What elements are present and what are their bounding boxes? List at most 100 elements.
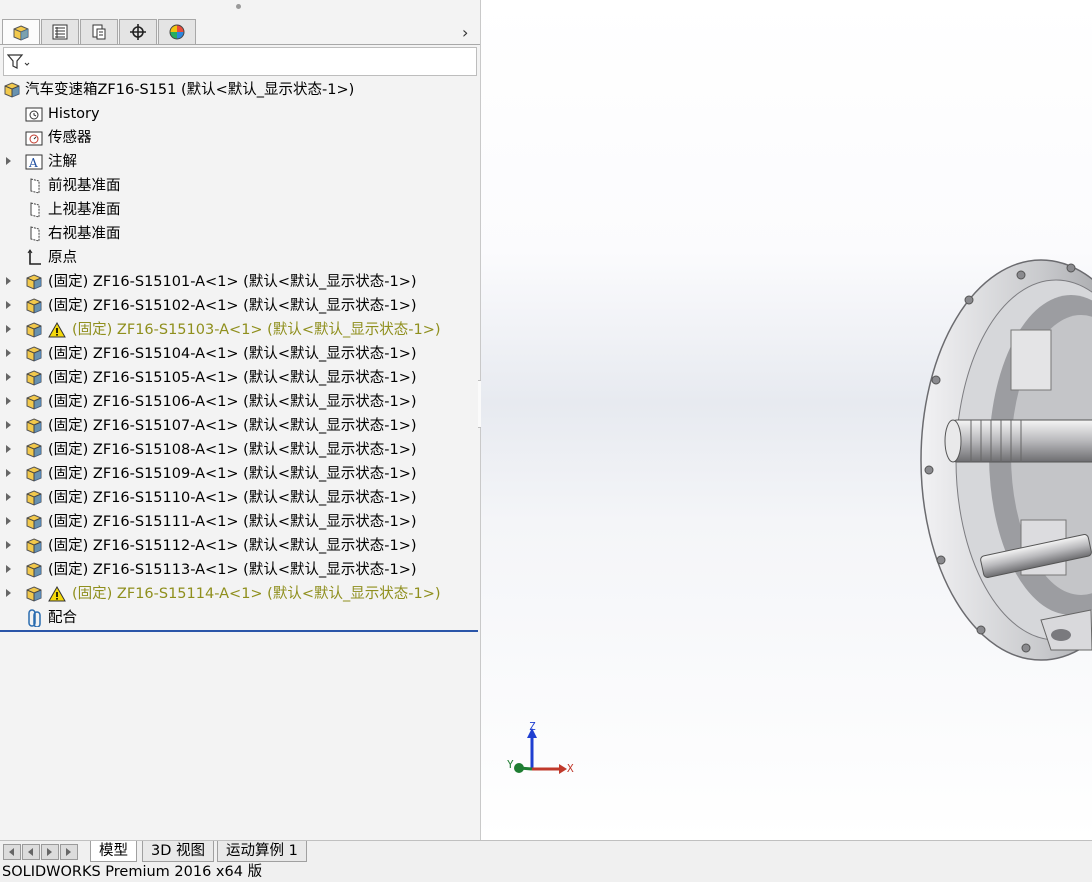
feature-manager-icon [13, 24, 29, 41]
tree-item-label: (固定) ZF16-S15111-A<1> (默认<默认_显示状态-1>) [48, 514, 417, 530]
part-icon [25, 369, 43, 387]
graphics-area[interactable]: Z X Y [481, 0, 1092, 840]
expand-arrow-icon[interactable] [6, 469, 11, 477]
tree-item-label: (固定) ZF16-S15104-A<1> (默认<默认_显示状态-1>) [48, 346, 417, 362]
expand-arrow-icon[interactable] [6, 565, 11, 573]
tree-item[interactable]: A 注解 [0, 150, 480, 174]
tree-item-label: (固定) ZF16-S15102-A<1> (默认<默认_显示状态-1>) [48, 298, 417, 314]
tree-item[interactable]: 上视基准面 [0, 198, 480, 222]
feature-manager-panel: › 汽车变速箱ZF16-S151 (默认<默认_显示状态-1>) History 传… [0, 0, 481, 840]
expand-arrow-icon[interactable] [6, 301, 11, 309]
plane-icon [25, 225, 43, 243]
filter-icon[interactable] [7, 53, 31, 71]
tab-model[interactable]: 模型 [90, 841, 137, 862]
origin-icon [25, 249, 43, 267]
tree-item[interactable]: (固定) ZF16-S15108-A<1> (默认<默认_显示状态-1>) [0, 438, 480, 462]
assembly-icon [3, 81, 21, 99]
tree-item[interactable]: (固定) ZF16-S15104-A<1> (默认<默认_显示状态-1>) [0, 342, 480, 366]
tree-item-label: 右视基准面 [48, 226, 121, 242]
expand-arrow-icon[interactable] [6, 541, 11, 549]
expand-arrow-icon[interactable] [6, 589, 11, 597]
part-icon [25, 489, 43, 507]
mates-icon [25, 609, 43, 628]
part-icon [25, 273, 43, 291]
tab-dimxpert-manager[interactable] [119, 19, 157, 44]
part-icon [25, 561, 43, 579]
expand-arrow-icon[interactable] [6, 517, 11, 525]
expand-arrow-icon[interactable] [6, 349, 11, 357]
tree-item[interactable]: (固定) ZF16-S15110-A<1> (默认<默认_显示状态-1>) [0, 486, 480, 510]
tab-configuration-manager[interactable] [80, 19, 118, 44]
tree-item[interactable]: (固定) ZF16-S15105-A<1> (默认<默认_显示状态-1>) [0, 366, 480, 390]
bottom-tab-strip: 模型 3D 视图 运动算例 1 [0, 840, 1092, 863]
part-icon [25, 393, 43, 411]
tree-item-label: 汽车变速箱ZF16-S151 (默认<默认_显示状态-1>) [25, 82, 355, 98]
tree-item-label: (固定) ZF16-S15112-A<1> (默认<默认_显示状态-1>) [48, 538, 417, 554]
warning-icon [48, 585, 66, 603]
expand-arrow-icon[interactable] [6, 373, 11, 381]
gearbox-model-image [920, 259, 1092, 661]
rollback-bar[interactable] [0, 630, 478, 632]
panel-tab-bar [0, 19, 480, 45]
prev-tab-button[interactable] [22, 844, 40, 860]
tree-item-label: (固定) ZF16-S15106-A<1> (默认<默认_显示状态-1>) [48, 394, 417, 410]
tree-item[interactable]: History [0, 102, 480, 126]
next-tab-button[interactable] [41, 844, 59, 860]
tree-item-label: (固定) ZF16-S15113-A<1> (默认<默认_显示状态-1>) [48, 562, 417, 578]
part-icon [25, 585, 43, 603]
tree-item[interactable]: 右视基准面 [0, 222, 480, 246]
tree-item-label: (固定) ZF16-S15108-A<1> (默认<默认_显示状态-1>) [48, 442, 417, 458]
tree-item-label: (固定) ZF16-S15105-A<1> (默认<默认_显示状态-1>) [48, 370, 417, 386]
tab-display-manager[interactable] [158, 19, 196, 44]
expand-arrow-icon[interactable] [6, 493, 11, 501]
tree-item[interactable]: 配合 [0, 606, 480, 630]
chevron-right-icon[interactable]: › [462, 23, 468, 42]
tree-item-label: 注解 [48, 154, 77, 170]
tree-item[interactable]: (固定) ZF16-S15103-A<1> (默认<默认_显示状态-1>) [0, 318, 480, 342]
sensor-icon [25, 129, 43, 147]
tree-root-assembly[interactable]: 汽车变速箱ZF16-S151 (默认<默认_显示状态-1>) [0, 78, 480, 102]
expand-arrow-icon[interactable] [6, 421, 11, 429]
part-icon [25, 465, 43, 483]
first-tab-button[interactable] [3, 844, 21, 860]
tab-3d-view[interactable]: 3D 视图 [142, 841, 214, 862]
tree-item[interactable]: 前视基准面 [0, 174, 480, 198]
tab-feature-manager[interactable] [2, 19, 40, 45]
tree-item[interactable]: (固定) ZF16-S15112-A<1> (默认<默认_显示状态-1>) [0, 534, 480, 558]
tree-item[interactable]: (固定) ZF16-S15106-A<1> (默认<默认_显示状态-1>) [0, 390, 480, 414]
tree-item[interactable]: (固定) ZF16-S15102-A<1> (默认<默认_显示状态-1>) [0, 294, 480, 318]
tree-item[interactable]: 原点 [0, 246, 480, 270]
expand-arrow-icon[interactable] [6, 397, 11, 405]
annotation-icon: A [25, 153, 43, 171]
part-icon [25, 537, 43, 555]
tree-item[interactable]: (固定) ZF16-S15114-A<1> (默认<默认_显示状态-1>) [0, 582, 480, 606]
tree-item[interactable]: (固定) ZF16-S15111-A<1> (默认<默认_显示状态-1>) [0, 510, 480, 534]
tree-item-label: 配合 [48, 610, 77, 626]
part-icon [25, 321, 43, 339]
part-icon [25, 417, 43, 435]
panel-grip[interactable] [236, 4, 241, 9]
tree-item[interactable]: 传感器 [0, 126, 480, 150]
tab-motion-study[interactable]: 运动算例 1 [217, 841, 307, 862]
tree-item-label: 传感器 [48, 130, 92, 146]
status-bar: SOLIDWORKS Premium 2016 x64 版 [0, 862, 1092, 882]
expand-arrow-icon[interactable] [6, 445, 11, 453]
expand-arrow-icon[interactable] [6, 277, 11, 285]
expand-arrow-icon[interactable] [6, 325, 11, 333]
property-manager-icon [52, 24, 68, 40]
expand-arrow-icon[interactable] [6, 157, 11, 165]
display-manager-icon [169, 24, 185, 40]
tree-filter-box[interactable] [3, 47, 477, 76]
tree-item-label: 前视基准面 [48, 178, 121, 194]
tree-item-label: (固定) ZF16-S15109-A<1> (默认<默认_显示状态-1>) [48, 466, 417, 482]
tree-item-label: History [48, 106, 100, 122]
tree-item[interactable]: (固定) ZF16-S15101-A<1> (默认<默认_显示状态-1>) [0, 270, 480, 294]
last-tab-button[interactable] [60, 844, 78, 860]
tree-item[interactable]: (固定) ZF16-S15109-A<1> (默认<默认_显示状态-1>) [0, 462, 480, 486]
tree-item[interactable]: (固定) ZF16-S15107-A<1> (默认<默认_显示状态-1>) [0, 414, 480, 438]
triad-z-label: Z [529, 720, 536, 733]
tree-item[interactable]: (固定) ZF16-S15113-A<1> (默认<默认_显示状态-1>) [0, 558, 480, 582]
view-triad: Z X Y [505, 720, 575, 780]
tab-property-manager[interactable] [41, 19, 79, 44]
warning-icon [48, 321, 66, 339]
